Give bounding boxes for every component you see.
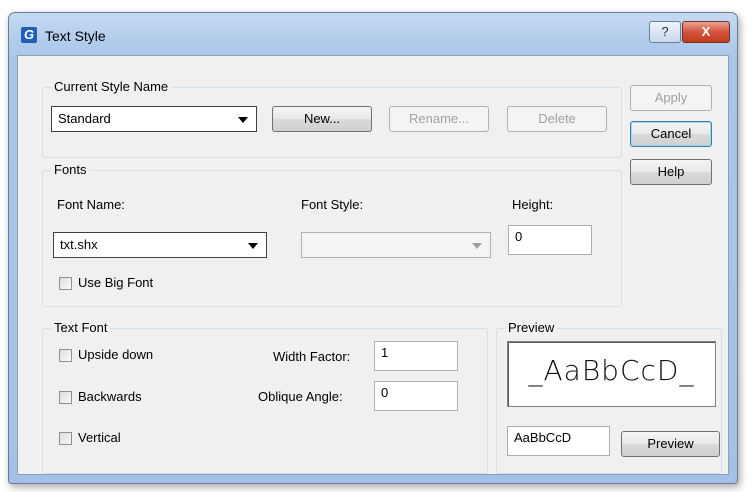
new-style-button[interactable]: New... bbox=[272, 106, 372, 132]
fonts-group-label: Fonts bbox=[51, 162, 90, 177]
title-bar[interactable]: G Text Style ? X bbox=[9, 13, 737, 55]
delete-style-button[interactable]: Delete bbox=[507, 106, 607, 132]
preview-sample-text: _AaBbCcD_ bbox=[528, 354, 695, 387]
font-name-select[interactable]: txt.shx bbox=[53, 232, 267, 258]
height-input[interactable]: 0 bbox=[508, 225, 592, 255]
backwards-label: Backwards bbox=[78, 389, 142, 404]
text-font-group: Text Font Upside down Backwards Vertical… bbox=[42, 320, 488, 474]
vertical-checkbox[interactable] bbox=[59, 432, 72, 445]
preview-text-input[interactable]: AaBbCcD bbox=[507, 426, 610, 456]
current-style-group-label: Current Style Name bbox=[51, 79, 172, 94]
window-title: Text Style bbox=[45, 28, 106, 44]
width-factor-label: Width Factor: bbox=[273, 349, 351, 364]
upside-down-label: Upside down bbox=[78, 347, 154, 362]
preview-group: Preview _AaBbCcD_ AaBbCcD Preview bbox=[496, 320, 722, 474]
width-factor-input[interactable]: 1 bbox=[374, 341, 458, 371]
preview-group-label: Preview bbox=[505, 320, 558, 335]
rename-style-button[interactable]: Rename... bbox=[389, 106, 489, 132]
upside-down-checkbox[interactable] bbox=[59, 349, 72, 362]
text-style-dialog: G Text Style ? X Current Style Name Stan… bbox=[8, 12, 738, 484]
font-style-label: Font Style: bbox=[301, 197, 364, 212]
chevron-down-icon bbox=[238, 117, 248, 123]
preview-display: _AaBbCcD_ bbox=[507, 341, 716, 407]
text-font-group-label: Text Font bbox=[51, 320, 111, 335]
font-style-select[interactable] bbox=[301, 232, 491, 258]
font-name-label: Font Name: bbox=[57, 197, 125, 212]
oblique-angle-input[interactable]: 0 bbox=[374, 381, 458, 411]
chevron-down-icon bbox=[472, 243, 482, 249]
current-style-group: Current Style Name Standard New... Renam… bbox=[42, 79, 622, 158]
oblique-angle-label: Oblique Angle: bbox=[258, 389, 343, 404]
vertical-label: Vertical bbox=[78, 430, 121, 445]
help-button[interactable]: Help bbox=[630, 159, 712, 185]
font-name-value: txt.shx bbox=[60, 237, 98, 252]
chevron-down-icon bbox=[248, 243, 258, 249]
use-big-font-checkbox[interactable] bbox=[59, 277, 72, 290]
cancel-button[interactable]: Cancel bbox=[630, 121, 712, 147]
backwards-checkbox[interactable] bbox=[59, 391, 72, 404]
height-label: Height: bbox=[512, 197, 554, 212]
fonts-group: Fonts Font Name: txt.shx Font Style: Hei… bbox=[42, 162, 622, 307]
dialog-body: Current Style Name Standard New... Renam… bbox=[17, 55, 729, 475]
preview-button[interactable]: Preview bbox=[621, 431, 720, 457]
titlebar-help-button[interactable]: ? bbox=[649, 21, 681, 43]
apply-button[interactable]: Apply bbox=[630, 85, 712, 111]
app-icon: G bbox=[21, 27, 37, 43]
style-name-value: Standard bbox=[58, 111, 111, 126]
close-button[interactable]: X bbox=[682, 21, 730, 43]
style-name-select[interactable]: Standard bbox=[51, 106, 257, 132]
use-big-font-label: Use Big Font bbox=[78, 275, 154, 290]
